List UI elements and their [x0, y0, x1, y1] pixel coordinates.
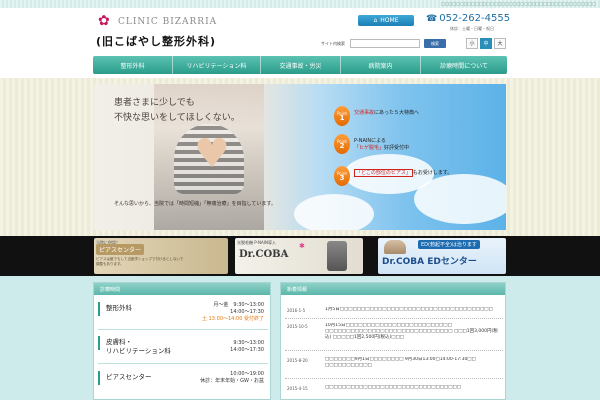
news-item[interactable]: 2016-1-5 1月5日□□□□□□□□□□□□□□□□□□□□□□□□□□□… — [285, 305, 503, 319]
top-tagline: □□□□□□□□□□□□□□□□□□□□□□□□□□□□□□□□□□□□□□□□… — [441, 1, 596, 6]
phone-text: 052-262-4555 — [439, 13, 511, 24]
cloud-shape — [294, 194, 374, 230]
coba-depilation-banner[interactable]: 光脱毛機 P-NAIN導入 Dr.COBA ✱ — [235, 238, 363, 274]
logo-english: CLINIC BIZARRIA — [118, 17, 218, 27]
hero-banner: ♥ 患者さまに少しでも 不快な思いをしてほしくない。 そんな思いから、当院では「… — [94, 84, 506, 230]
search-label: サイト内検索 — [321, 41, 345, 46]
top-strip: □□□□□□□□□□□□□□□□□□□□□□□□□□□□□□□□□□□□□□□□… — [0, 0, 600, 8]
hero-subtext: そんな思いから、当院では「時間短縮」「無痛治療」を目指しています。 — [114, 201, 276, 207]
news-item[interactable]: 2015-8-20 □□□□□□□9月1日□□□□□□□□ 9月30日13:00… — [285, 355, 503, 379]
news-panel: 新着情報 2016-1-5 1月5日□□□□□□□□□□□□□□□□□□□□□□… — [280, 282, 506, 400]
news-item[interactable]: 2015-4-15 □□□□□□□□□□□□□□□□□□□□□□□□□□□□□□… — [285, 383, 503, 397]
site-search-input[interactable] — [350, 39, 420, 48]
home-icon: ⌂ — [373, 17, 378, 24]
home-button[interactable]: ⌂ HOME — [358, 15, 414, 26]
phone-number[interactable]: ☎ 052-262-4555 — [426, 13, 510, 24]
global-nav: 整形外科 リハビリテーション科 交通事故・労災 病院案内 診療時間について — [93, 56, 507, 74]
laser-machine-image — [327, 241, 347, 271]
ed-center-banner[interactable]: ED(勃起不全)は治ります Dr.COBA EDセンター — [378, 238, 506, 274]
flower-logo-icon: ✿ — [98, 13, 110, 29]
catch-line-1: 患者さまに少しでも — [114, 98, 195, 108]
news-item[interactable]: 2015-10-5 10月15日□□□□□□□□□□□□□□□□□□□□□□□□… — [285, 321, 503, 351]
pierce-center-banner[interactable]: 当院に併設！ ピアスセンター ピアスは誰でもして当医学ショップで付けるとしないで… — [94, 238, 228, 274]
logo-japanese: (旧こばやし整形外科) — [96, 35, 217, 48]
doctor-image — [384, 240, 406, 254]
point-badge: Point 2 — [334, 134, 350, 154]
nav-hospital-guide[interactable]: 病院案内 — [341, 56, 421, 74]
point-badge: Point 3 — [334, 166, 350, 186]
clinic-logo[interactable]: ✿ CLINIC BIZARRIA (旧こばやし整形外科) — [94, 13, 216, 58]
hours-panel-title: 診療時間 — [94, 283, 270, 295]
hours-row-pierce: ピアスセンター 10:00～19:00 休診：年末年始・GW・お盆 — [98, 369, 268, 397]
point-2[interactable]: Point 2 P-NAINによる 「ヒゲ脱毛」好評受付中 — [334, 134, 504, 160]
search-button[interactable]: 検索 — [424, 39, 446, 48]
font-size-switcher: 小 中 大 — [466, 38, 506, 49]
font-medium-button[interactable]: 中 — [480, 38, 492, 49]
home-label: HOME — [380, 17, 399, 24]
heart-hands-icon: ♥ — [194, 131, 230, 177]
sparkle-icon: ✱ — [299, 242, 305, 250]
point-1[interactable]: Point 1 交通事故にあった５大特典へ — [334, 106, 504, 132]
hours-row-dermatology-rehab: 皮膚科・ リハビリテーション科 9:30～13:00 14:00～17:30 — [98, 334, 268, 364]
nav-orthopedics[interactable]: 整形外科 — [93, 56, 173, 74]
point-badge: Point 1 — [334, 106, 350, 126]
nav-consultation-hours[interactable]: 診療時間について — [421, 56, 507, 74]
catch-line-2: 不快な思いをしてほしくない。 — [114, 113, 240, 123]
news-panel-title: 新着情報 — [281, 283, 505, 295]
hours-row-orthopedics: 整形外科 月～金 9:30～13:00 14:00～17:30 土 13:00～… — [98, 300, 268, 330]
font-small-button[interactable]: 小 — [466, 38, 478, 49]
font-large-button[interactable]: 大 — [494, 38, 506, 49]
closed-days: 休診：土曜・日曜・祝日 — [450, 26, 494, 31]
hero-catchphrase: 患者さまに少しでも 不快な思いをしてほしくない。 — [114, 96, 240, 126]
consultation-hours-panel: 診療時間 整形外科 月～金 9:30～13:00 14:00～17:30 土 1… — [93, 282, 271, 400]
nav-rehabilitation[interactable]: リハビリテーション科 — [173, 56, 261, 74]
point-3[interactable]: Point 3 「どこの部位のピアス」 もお受けします。 — [334, 166, 504, 192]
nav-traffic-accident[interactable]: 交通事故・労災 — [261, 56, 341, 74]
phone-icon: ☎ — [426, 13, 438, 24]
